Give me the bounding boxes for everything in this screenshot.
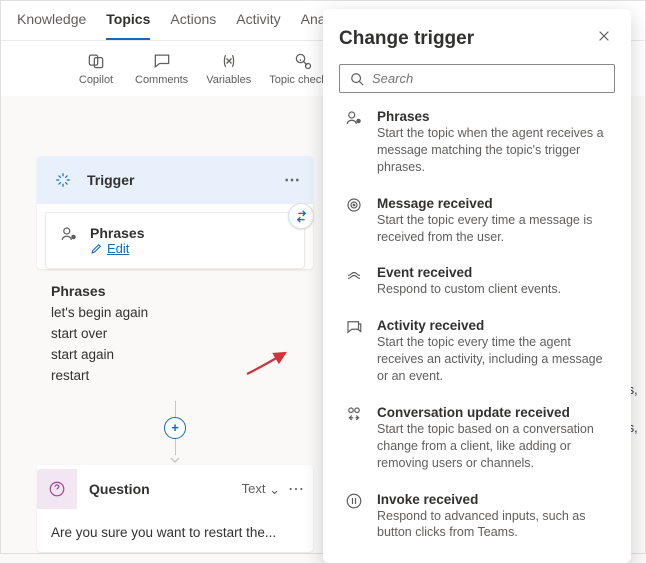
option-event-received[interactable]: Event receivedRespond to custom client e… xyxy=(339,263,615,300)
variables-label: Variables xyxy=(206,74,251,86)
phrase-item: let's begin again xyxy=(51,303,299,324)
panel-search-input[interactable] xyxy=(372,71,604,86)
tab-actions[interactable]: Actions xyxy=(170,11,216,40)
search-icon xyxy=(350,72,364,86)
chevron-down-icon: ⌄ xyxy=(269,482,280,498)
pencil-icon xyxy=(90,242,103,255)
option-conversation-update[interactable]: Conversation update receivedStart the to… xyxy=(339,403,615,474)
question-title: Question xyxy=(89,481,150,497)
panel-close-button[interactable] xyxy=(593,25,615,52)
trigger-icon xyxy=(49,166,77,194)
question-node[interactable]: Question Text ⌄ ⋯ Are you sure you want … xyxy=(37,465,313,552)
node-connector: + xyxy=(37,401,313,465)
panel-search-box[interactable] xyxy=(339,64,615,93)
phrase-list: Phrases let's begin again start over sta… xyxy=(37,277,313,401)
question-more-button[interactable]: ⋯ xyxy=(288,479,305,499)
phrase-item: restart xyxy=(51,366,299,387)
option-message-received[interactable]: Message receivedStart the topic every ti… xyxy=(339,194,615,248)
comments-button[interactable]: Comments xyxy=(135,51,188,86)
question-type-selector[interactable]: Text ⌄ xyxy=(242,481,280,497)
tab-activity[interactable]: Activity xyxy=(236,11,280,40)
question-node-header: Question Text ⌄ ⋯ xyxy=(37,465,313,513)
topic-checker-icon xyxy=(293,51,313,71)
phrases-icon xyxy=(60,225,78,256)
trigger-phrases-block: Phrases Edit xyxy=(45,212,305,269)
phrase-item: start again xyxy=(51,345,299,366)
message-icon xyxy=(345,196,363,214)
phrase-list-title: Phrases xyxy=(51,283,299,299)
event-icon xyxy=(345,265,363,283)
edit-label: Edit xyxy=(107,241,129,256)
option-activity-received[interactable]: Activity receivedStart the topic every t… xyxy=(339,316,615,387)
change-trigger-panel: Change trigger PhrasesStart the topic wh… xyxy=(323,9,631,563)
trigger-option-list: PhrasesStart the topic when the agent re… xyxy=(339,107,615,543)
arrow-down-icon xyxy=(170,455,180,465)
trigger-node-header: Trigger ⋯ xyxy=(37,156,313,204)
option-phrases[interactable]: PhrasesStart the topic when the agent re… xyxy=(339,107,615,178)
tab-knowledge[interactable]: Knowledge xyxy=(17,11,86,40)
copilot-button[interactable]: Copilot xyxy=(75,51,117,86)
add-node-button[interactable]: + xyxy=(164,417,186,439)
comments-label: Comments xyxy=(135,74,188,86)
invoke-icon xyxy=(345,492,363,510)
copilot-icon xyxy=(86,51,106,71)
phrase-item: start over xyxy=(51,324,299,345)
trigger-node[interactable]: Trigger ⋯ Phrases Edit xyxy=(37,156,313,269)
change-trigger-button[interactable] xyxy=(288,203,314,229)
panel-title: Change trigger xyxy=(339,28,474,50)
close-icon xyxy=(597,29,611,43)
conversation-update-icon xyxy=(345,405,363,423)
trigger-more-button[interactable]: ⋯ xyxy=(284,170,301,190)
question-icon xyxy=(37,469,77,509)
phrases-label: Phrases xyxy=(90,225,144,241)
activity-icon xyxy=(345,318,363,336)
trigger-title: Trigger xyxy=(87,172,134,188)
question-body: Are you sure you want to restart the... xyxy=(37,513,313,552)
variables-button[interactable]: Variables xyxy=(206,51,251,86)
option-invoke-received[interactable]: Invoke receivedRespond to advanced input… xyxy=(339,490,615,544)
phrases-option-icon xyxy=(345,109,363,127)
tab-topics[interactable]: Topics xyxy=(106,11,150,40)
variables-icon xyxy=(219,51,239,71)
edit-phrases-link[interactable]: Edit xyxy=(90,241,144,256)
copilot-label: Copilot xyxy=(79,74,113,86)
comments-icon xyxy=(152,51,172,71)
swap-icon xyxy=(294,209,309,224)
